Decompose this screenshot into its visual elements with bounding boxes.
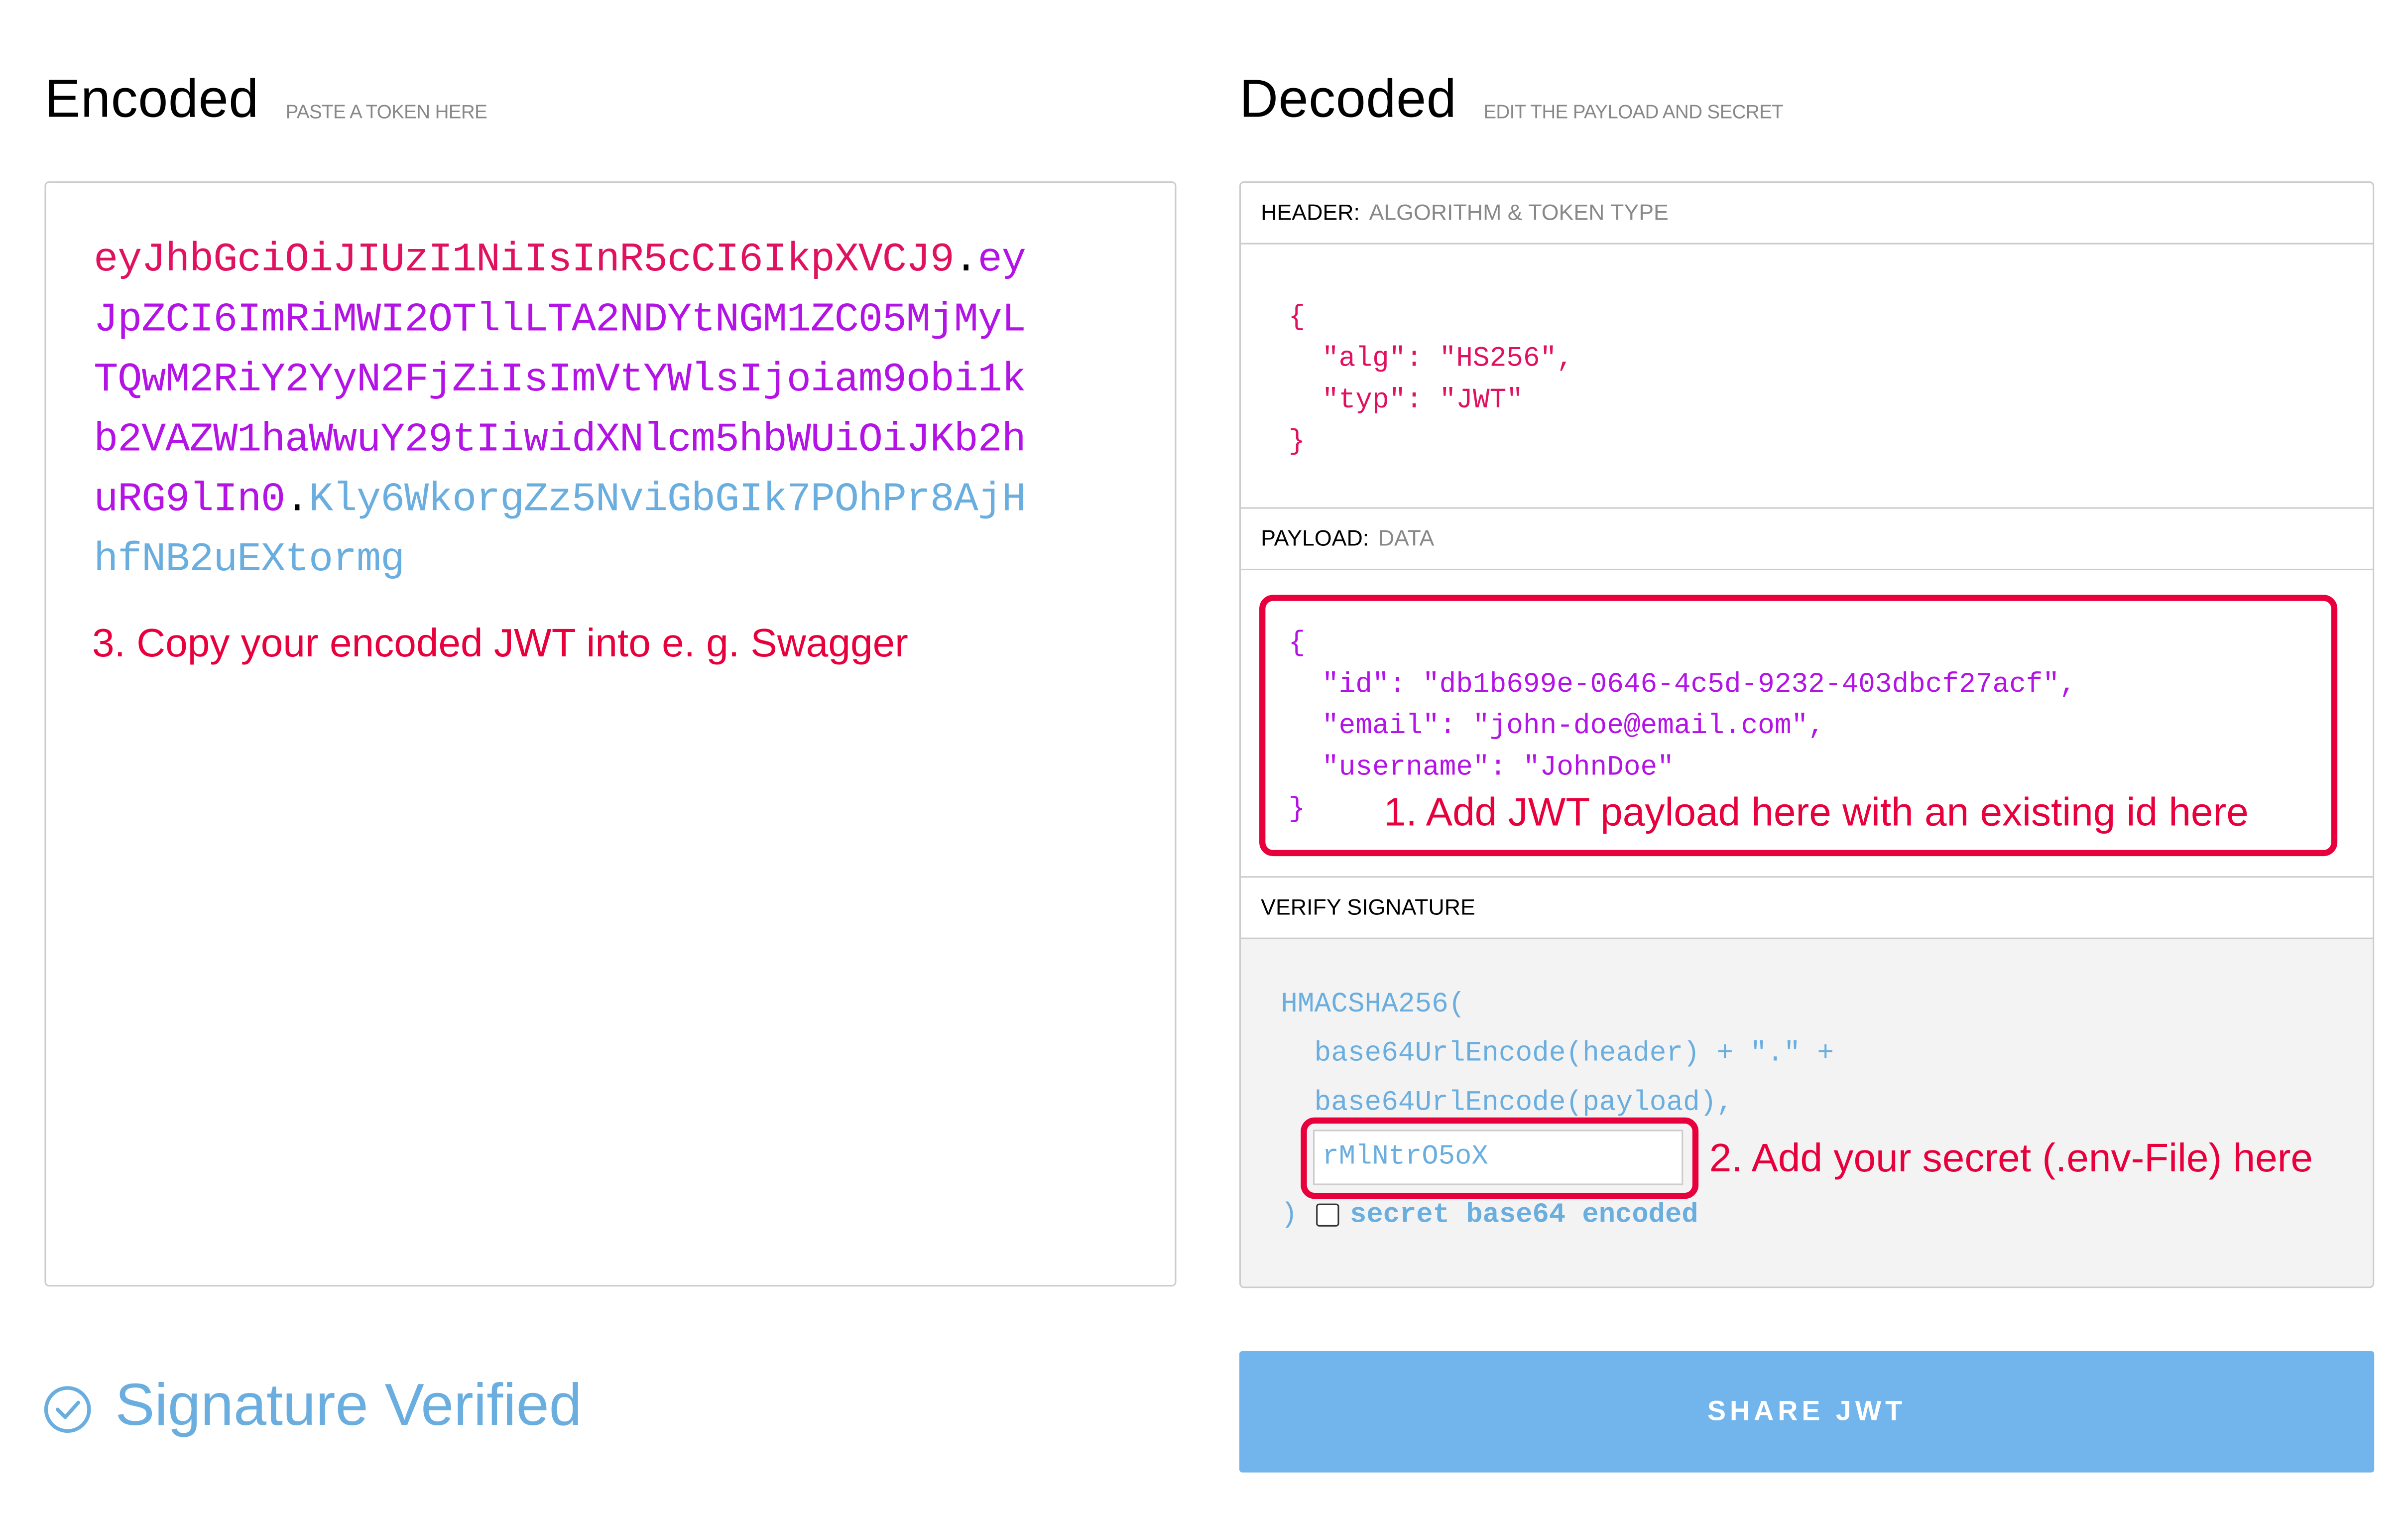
secret-base64-checkbox[interactable] [1316,1203,1339,1227]
token-dot: . [285,476,309,523]
header-section-title: HEADER: ALGORITHM & TOKEN TYPE [1241,183,2373,245]
payload-section-desc: DATA [1378,526,1435,551]
signature-status: Signature Verified [115,1373,582,1439]
share-jwt-button[interactable]: SHARE JWT [1239,1351,2375,1473]
hmac-function-line: HMACSHA256( [1281,990,1465,1021]
encoded-token[interactable]: eyJhbGciOiJIUzI1NiIsInR5cCI6IkpXVCJ9.eyJ… [94,231,1034,590]
decoded-subtitle: EDIT THE PAYLOAD AND SECRET [1483,101,1784,123]
annotation-step2: 2. Add your secret (.env-File) here [1709,1134,2313,1181]
close-paren: ) [1281,1200,1298,1232]
encoded-title: Encoded [44,69,259,129]
jwt-debugger: Encoded PASTE A TOKEN HERE Decoded EDIT … [0,0,2408,1514]
header-section-desc: ALGORITHM & TOKEN TYPE [1369,200,1669,226]
verify-section-label: VERIFY SIGNATURE [1261,895,1475,920]
check-circle-icon [44,1386,91,1433]
verify-section-title: VERIFY SIGNATURE [1241,878,2373,939]
payload-section-label: PAYLOAD: [1261,526,1369,551]
decoded-title: Decoded [1239,69,1457,129]
header-json-editor[interactable]: { "alg": "HS256", "typ": "JWT" } [1289,298,1573,464]
header-section-label: HEADER: [1261,200,1360,226]
token-dot: . [954,237,978,283]
token-header-part: eyJhbGciOiJIUzI1NiIsInR5cCI6IkpXVCJ9 [94,237,955,283]
encoded-subtitle: PASTE A TOKEN HERE [285,101,487,123]
header-encode-line: base64UrlEncode(header) + "." + [1281,1039,1834,1070]
secret-highlight-box [1301,1117,1699,1199]
annotation-step1: 1. Add JWT payload here with an existing… [1383,788,2249,835]
secret-base64-label[interactable]: secret base64 encoded [1350,1202,1698,1230]
payload-section-title: PAYLOAD: DATA [1241,509,2373,571]
annotation-step3: 3. Copy your encoded JWT into e. g. Swag… [92,619,908,666]
